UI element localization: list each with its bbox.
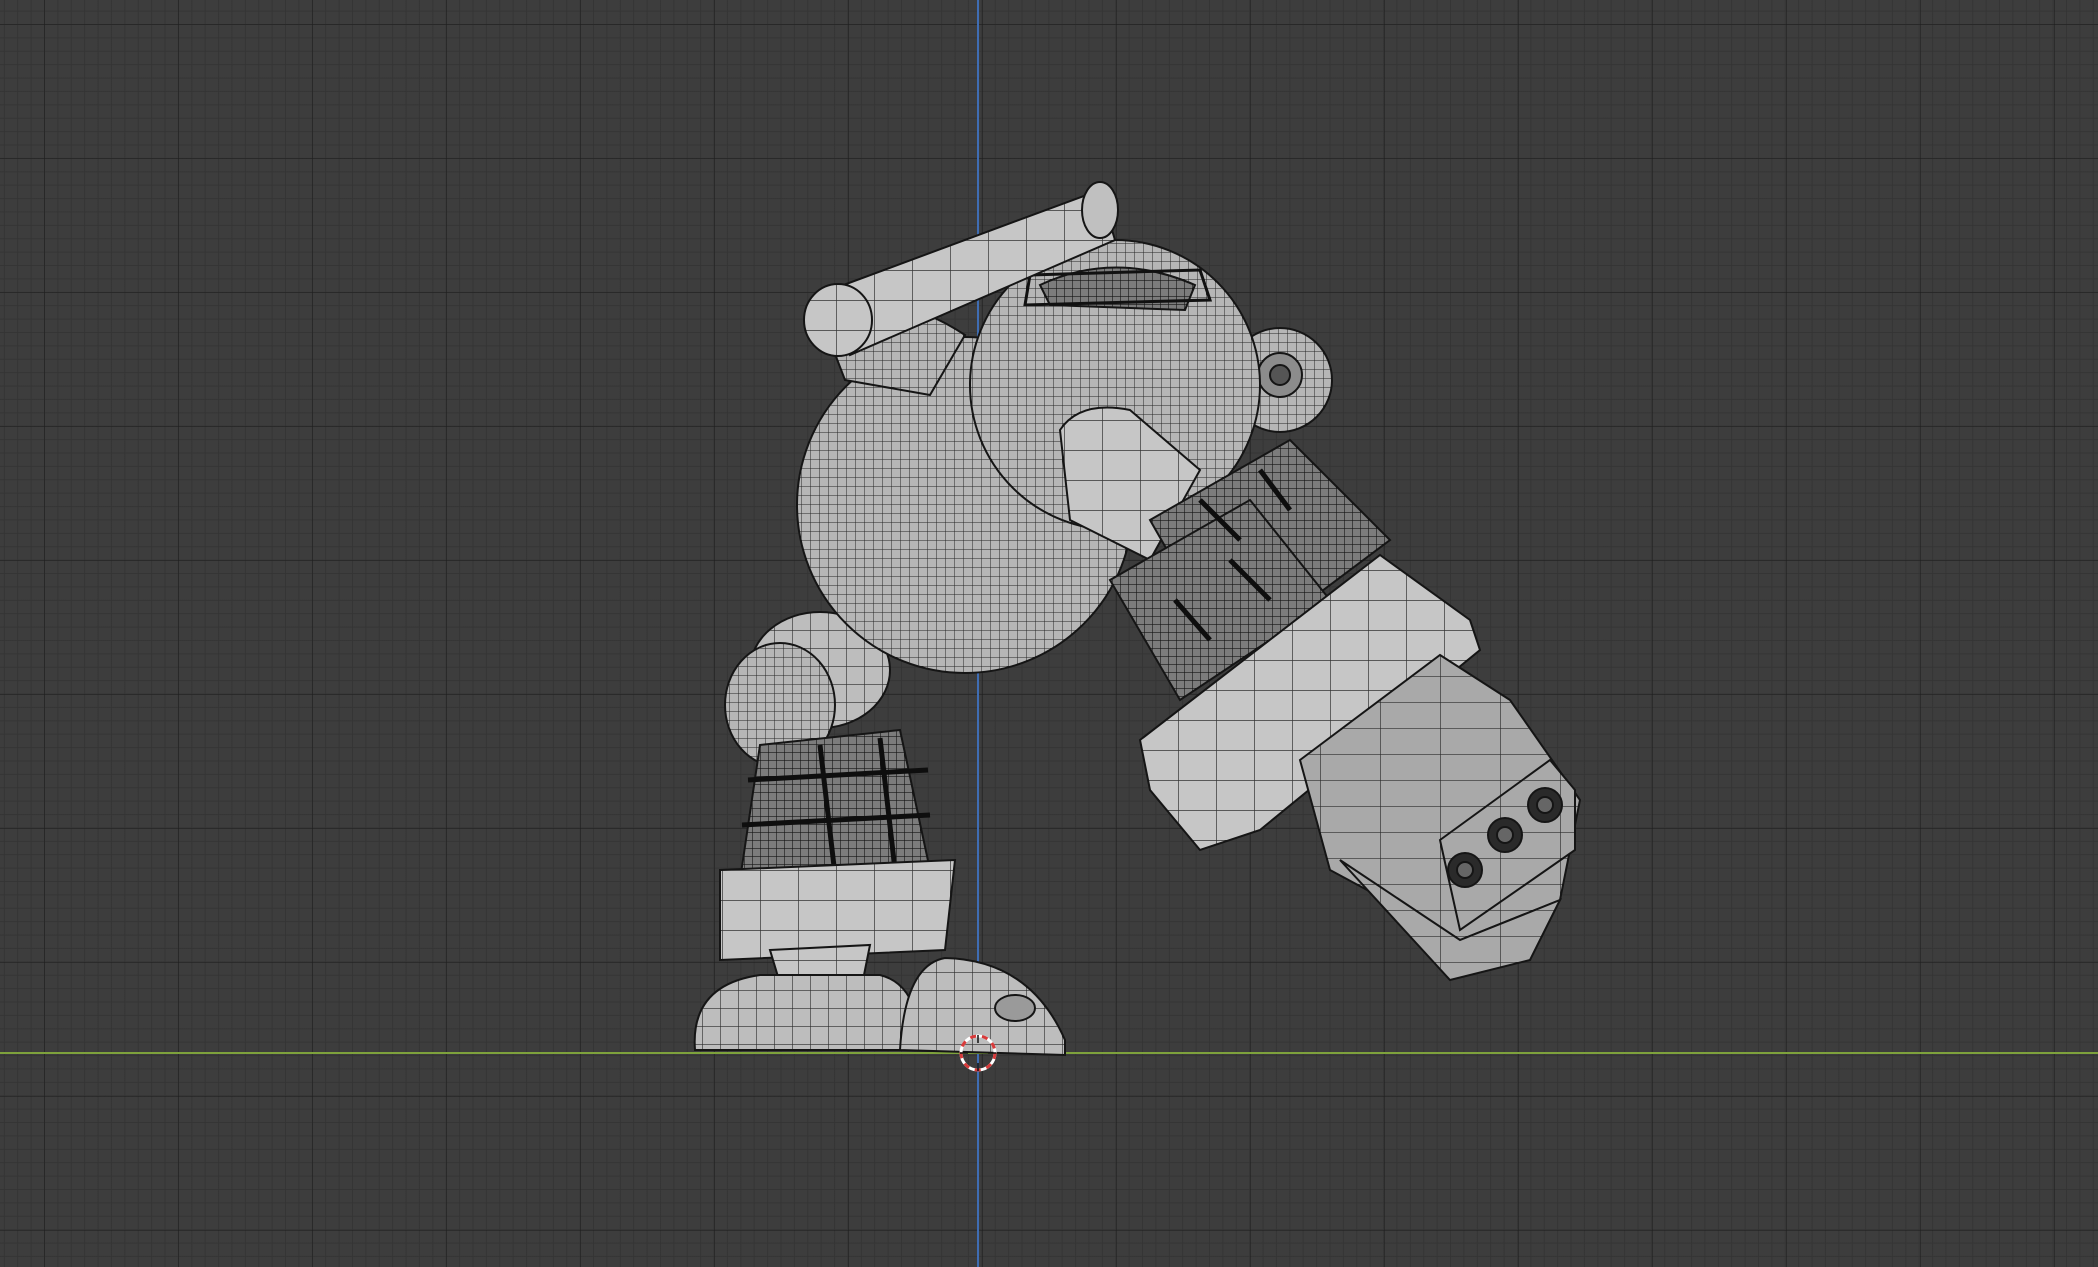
3d-viewport[interactable]	[0, 0, 2098, 1267]
3d-cursor-icon[interactable]	[958, 1033, 998, 1073]
back-leg	[693, 611, 1066, 1057]
robot-model-mesh[interactable]	[0, 0, 2098, 1267]
arm	[1058, 406, 1582, 982]
